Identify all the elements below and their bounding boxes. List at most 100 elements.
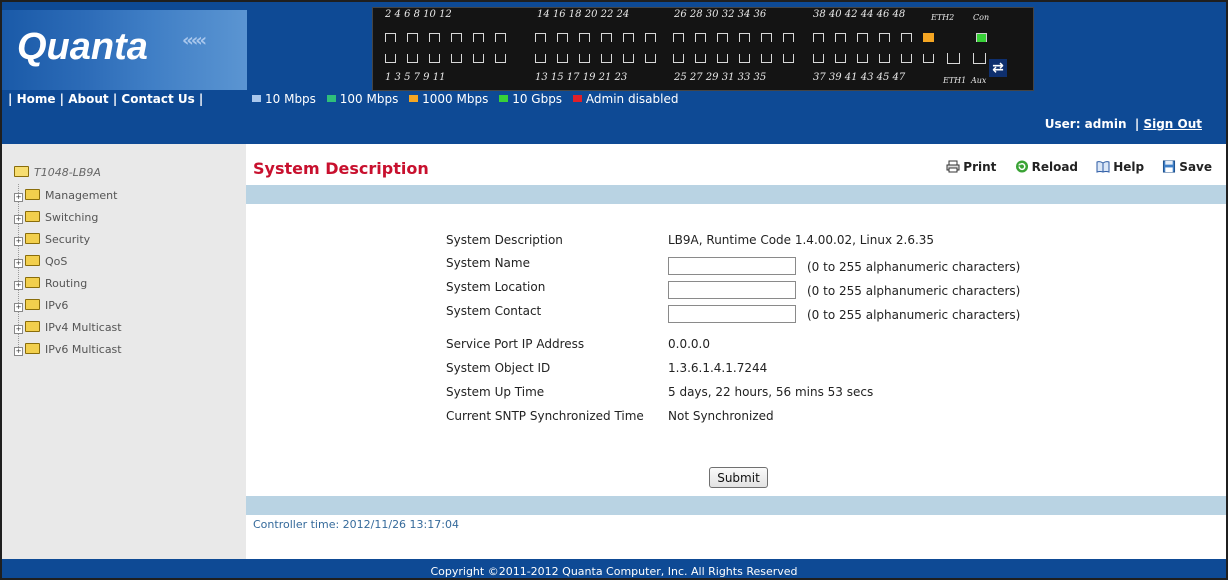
port-7-icon[interactable]: [451, 54, 462, 63]
port-36-icon[interactable]: [783, 33, 794, 42]
help-button[interactable]: Help: [1096, 160, 1144, 174]
field-label: System Location: [446, 280, 546, 294]
reload-button[interactable]: Reload: [1015, 160, 1078, 174]
tree-root[interactable]: T1048-LB9A: [14, 166, 101, 179]
tree-item-management[interactable]: + Management: [14, 189, 117, 202]
port-38-icon[interactable]: [813, 33, 824, 42]
port-28-icon[interactable]: [695, 33, 706, 42]
port-19-icon[interactable]: [601, 54, 612, 63]
swap-arrows-icon[interactable]: ⇄: [989, 59, 1007, 77]
port-1-icon[interactable]: [385, 54, 396, 63]
con-port-icon[interactable]: [976, 33, 987, 42]
tree-item-ipv6[interactable]: + IPv6: [14, 299, 68, 312]
port-15-icon[interactable]: [557, 54, 568, 63]
port-31-icon[interactable]: [739, 54, 750, 63]
port-46-icon[interactable]: [901, 33, 912, 42]
port-numbers-bottom-1: 1 3 5 7 9 11: [385, 72, 446, 83]
port-47-icon[interactable]: [923, 54, 934, 63]
nav-contact-link[interactable]: Contact Us: [121, 92, 194, 106]
port-22-icon[interactable]: [623, 33, 634, 42]
port-10-icon[interactable]: [473, 33, 484, 42]
aux-port-icon[interactable]: [973, 53, 986, 64]
port-43-icon[interactable]: [879, 54, 890, 63]
expand-icon[interactable]: +: [14, 259, 23, 268]
port-35-icon[interactable]: [783, 54, 794, 63]
port-42-icon[interactable]: [857, 33, 868, 42]
tree-item-label: Switching: [45, 211, 99, 224]
nav-about-link[interactable]: About: [68, 92, 108, 106]
port-27-icon[interactable]: [695, 54, 706, 63]
port-5-icon[interactable]: [429, 54, 440, 63]
user-label: User: admin: [1044, 117, 1127, 131]
tree-item-routing[interactable]: + Routing: [14, 277, 87, 290]
legend-swatch: [572, 95, 582, 102]
port-18-icon[interactable]: [579, 33, 590, 42]
port-24-icon[interactable]: [645, 33, 656, 42]
expand-icon[interactable]: +: [14, 325, 23, 334]
port-37-icon[interactable]: [813, 54, 824, 63]
expand-icon[interactable]: +: [14, 215, 23, 224]
port-12-icon[interactable]: [495, 33, 506, 42]
tree-item-switching[interactable]: + Switching: [14, 211, 98, 224]
port-3-icon[interactable]: [407, 54, 418, 63]
con-label: Con: [973, 13, 990, 22]
port-2-icon[interactable]: [385, 33, 396, 42]
nav-home-link[interactable]: Home: [17, 92, 56, 106]
port-8-icon[interactable]: [451, 33, 462, 42]
tree-item-security[interactable]: + Security: [14, 233, 90, 246]
port-numbers-top-2: 14 16 18 20 22 24: [537, 9, 630, 20]
port-11-icon[interactable]: [495, 54, 506, 63]
save-button[interactable]: Save: [1162, 160, 1212, 174]
expand-icon[interactable]: +: [14, 281, 23, 290]
port-9-icon[interactable]: [473, 54, 484, 63]
port-4-icon[interactable]: [407, 33, 418, 42]
port-48-icon[interactable]: [923, 33, 934, 42]
tree-item-qos[interactable]: + QoS: [14, 255, 67, 268]
expand-icon[interactable]: +: [14, 303, 23, 312]
port-13-icon[interactable]: [535, 54, 546, 63]
port-41-icon[interactable]: [857, 54, 868, 63]
system-name-input[interactable]: [668, 257, 796, 275]
eth1-label: ETH1: [943, 76, 967, 85]
port-33-icon[interactable]: [761, 54, 772, 63]
port-25-icon[interactable]: [673, 54, 684, 63]
port-40-icon[interactable]: [835, 33, 846, 42]
system-contact-input[interactable]: [668, 305, 796, 323]
print-button[interactable]: Print: [946, 160, 996, 174]
sign-out-link[interactable]: Sign Out: [1143, 117, 1202, 131]
port-26-icon[interactable]: [673, 33, 684, 42]
submit-button[interactable]: Submit: [709, 467, 768, 488]
port-44-icon[interactable]: [879, 33, 890, 42]
port-20-icon[interactable]: [601, 33, 612, 42]
expand-icon[interactable]: +: [14, 347, 23, 356]
port-14-icon[interactable]: [535, 33, 546, 42]
port-34-icon[interactable]: [761, 33, 772, 42]
port-23-icon[interactable]: [645, 54, 656, 63]
folder-icon: [25, 299, 40, 310]
port-29-icon[interactable]: [717, 54, 728, 63]
tree-item-label: QoS: [45, 255, 68, 268]
expand-icon[interactable]: +: [14, 237, 23, 246]
port-45-icon[interactable]: [901, 54, 912, 63]
top-nav: | Home | About | Contact Us |: [8, 92, 204, 106]
port-17-icon[interactable]: [579, 54, 590, 63]
port-39-icon[interactable]: [835, 54, 846, 63]
port-16-icon[interactable]: [557, 33, 568, 42]
port-32-icon[interactable]: [739, 33, 750, 42]
eth1-port-icon[interactable]: [947, 53, 960, 64]
field-label: System Description: [446, 233, 563, 247]
tree-item-ipv6-multicast[interactable]: + IPv6 Multicast: [14, 343, 122, 356]
legend-label: 100 Mbps: [339, 92, 399, 106]
field-value: 1.3.6.1.4.1.7244: [668, 361, 768, 375]
port-21-icon[interactable]: [623, 54, 634, 63]
tree-item-label: IPv4 Multicast: [45, 321, 122, 334]
main-content: System Description Print Reload Help Sav…: [246, 144, 1226, 559]
tree-item-ipv4-multicast[interactable]: + IPv4 Multicast: [14, 321, 122, 334]
sidebar: T1048-LB9A + Management + Switching + Secur…: [2, 144, 246, 559]
save-label: Save: [1179, 160, 1212, 174]
expand-icon[interactable]: +: [14, 193, 23, 202]
port-6-icon[interactable]: [429, 33, 440, 42]
system-location-input[interactable]: [668, 281, 796, 299]
port-30-icon[interactable]: [717, 33, 728, 42]
field-hint: (0 to 255 alphanumeric characters): [807, 308, 1021, 322]
